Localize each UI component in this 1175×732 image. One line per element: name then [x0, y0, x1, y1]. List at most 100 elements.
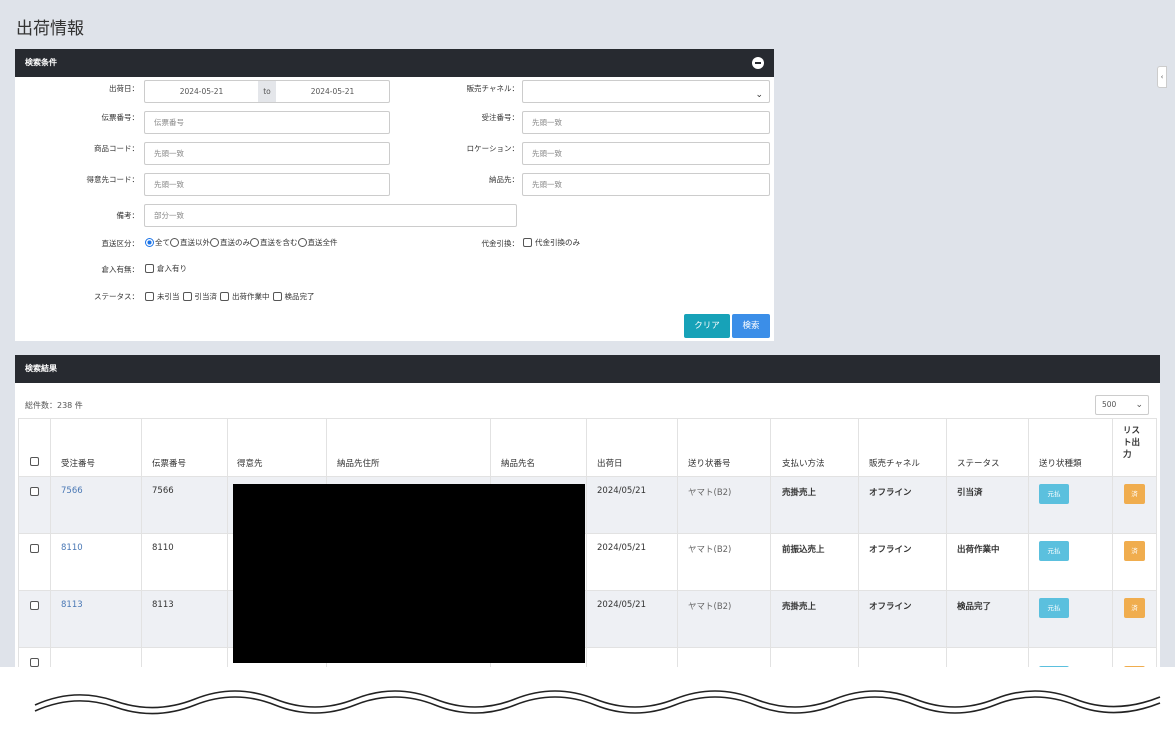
customer-code-input[interactable]: 先頭一致 — [144, 173, 390, 196]
col-slip-no[interactable]: 伝票番号 — [152, 457, 186, 469]
row-checkbox[interactable] — [30, 544, 39, 553]
list-output-badge[interactable]: 済 — [1124, 598, 1145, 618]
invoice-type-badge[interactable]: 元払 — [1039, 598, 1069, 618]
ship-date: 2024/05/21 — [597, 543, 646, 553]
ship-date-from[interactable]: 2024-05-21 — [145, 81, 258, 102]
column-divider — [946, 419, 947, 667]
direct-option-label: 全て — [155, 238, 170, 247]
payment-method: 売掛売上 — [782, 602, 817, 612]
column-divider — [586, 419, 587, 667]
side-toggle-icon[interactable]: ‹ — [1157, 66, 1167, 88]
status-option-label: 出荷作業中 — [232, 292, 270, 301]
ship-date-label: 出荷日： — [109, 84, 139, 93]
ship-date-to[interactable]: 2024-05-21 — [276, 81, 389, 102]
direct-radio-non-direct[interactable] — [170, 238, 179, 247]
col-status[interactable]: ステータス — [957, 457, 1000, 469]
row-checkbox[interactable] — [30, 487, 39, 496]
list-output-badge[interactable]: 済 — [1124, 541, 1145, 561]
ship-date-to-label: to — [258, 81, 276, 102]
column-divider — [770, 419, 771, 667]
row-checkbox[interactable] — [30, 601, 39, 610]
col-delivery-name[interactable]: 納品先名 — [501, 457, 535, 469]
cod-option-label: 代金引換のみ — [535, 238, 580, 247]
table-row[interactable]: 7566 7566 2024/05/21 ヤマト(B2) 売掛売上 オフライン … — [19, 477, 1156, 534]
order-no-link[interactable]: 8110 — [61, 543, 83, 553]
slip-no: 7566 — [152, 486, 174, 496]
col-list-output[interactable]: リスト出力 — [1123, 425, 1147, 461]
order-no-label: 受注番号： — [481, 113, 520, 122]
results-panel-title: 検索結果 — [25, 364, 57, 373]
col-invoice-no[interactable]: 送り状番号 — [688, 457, 731, 469]
col-channel[interactable]: 販売チャネル — [869, 457, 920, 469]
slip-no-label: 伝票番号： — [101, 113, 140, 122]
status-option-label: 検品完了 — [284, 292, 315, 301]
direct-radio-all[interactable] — [145, 238, 154, 247]
col-delivery-address[interactable]: 納品先住所 — [337, 457, 380, 469]
sales-channel-label: 販売チャネル： — [466, 84, 519, 93]
status: 出荷作業中 — [957, 545, 1000, 555]
sales-channel-select[interactable]: ⌄ — [522, 80, 770, 103]
total-count: 総件数：238 件 — [25, 401, 83, 410]
storage-label: 倉入有無： — [101, 265, 140, 274]
invoice-type-badge[interactable]: 元払 — [1039, 484, 1069, 504]
table-header: 受注番号 伝票番号 得意先 納品先住所 納品先名 出荷日 送り状番号 支払い方法… — [19, 419, 1156, 477]
delivery-label: 納品先： — [489, 175, 519, 184]
invoice-no: ヤマト(B2) — [688, 545, 732, 555]
invoice-type-badge[interactable]: 元払 — [1039, 541, 1069, 561]
storage-checkbox[interactable] — [145, 264, 154, 273]
location-input[interactable]: 先頭一致 — [522, 142, 770, 165]
table-row[interactable]: 8110 8110 2024/05/21 ヤマト(B2) 前振込売上 オフライン… — [19, 534, 1156, 591]
sales-channel: オフライン — [869, 602, 912, 612]
status-options: 未引当 引当済 出荷作業中 検品完了 — [145, 291, 315, 302]
column-divider — [227, 419, 228, 667]
invoice-no: ヤマト(B2) — [688, 602, 732, 612]
row-checkbox[interactable] — [30, 658, 39, 667]
cod-checkbox[interactable] — [523, 238, 532, 247]
table-row[interactable]: 8113 8113 2024/05/21 ヤマト(B2) 売掛売上 オフライン … — [19, 591, 1156, 648]
status-checkbox-in-progress[interactable] — [220, 292, 229, 301]
search-panel-title: 検索条件 — [25, 58, 57, 67]
direct-radio-all-direct[interactable] — [297, 238, 307, 247]
slip-no-input[interactable]: 伝票番号 — [144, 111, 390, 134]
order-no-input[interactable]: 先頭一致 — [522, 111, 770, 134]
remarks-input[interactable]: 部分一致 — [144, 204, 517, 227]
order-no-link[interactable]: 7566 — [61, 486, 83, 496]
col-payment[interactable]: 支払い方法 — [782, 457, 825, 469]
status-checkbox-inspected[interactable] — [272, 292, 282, 301]
direct-radio-include[interactable] — [250, 238, 259, 247]
product-code-input[interactable]: 先頭一致 — [144, 142, 390, 165]
clear-button[interactable]: クリア — [684, 314, 730, 338]
slip-no: 8113 — [152, 600, 174, 610]
col-order-no[interactable]: 受注番号 — [61, 457, 95, 469]
col-invoice-type[interactable]: 送り状種類 — [1039, 457, 1082, 469]
column-divider — [1112, 419, 1113, 667]
payment-method: 前振込売上 — [782, 545, 825, 555]
order-no-link[interactable]: 8113 — [61, 600, 83, 610]
direct-radio-direct-only[interactable] — [210, 238, 219, 247]
direct-option-label: 直送のみ — [220, 238, 250, 247]
page-title: 出荷情報 — [16, 19, 84, 39]
col-ship-date[interactable]: 出荷日 — [597, 457, 623, 469]
col-customer[interactable]: 得意先 — [237, 457, 263, 469]
status-checkbox-unallocated[interactable] — [145, 292, 154, 301]
list-output-badge[interactable]: 済 — [1124, 484, 1145, 504]
ship-date-range[interactable]: 2024-05-21 to 2024-05-21 — [144, 80, 390, 103]
storage-option: 倉入有り — [145, 263, 187, 274]
page-size-select[interactable]: 500 ⌄ — [1095, 395, 1149, 415]
ship-date: 2024/05/21 — [597, 600, 646, 610]
select-all-checkbox[interactable] — [30, 457, 39, 466]
column-divider — [50, 419, 51, 667]
page: 出荷情報 検索条件 出荷日： 2024-05-21 to 2024-05-21 … — [0, 0, 1175, 667]
table-row-partial — [19, 648, 1156, 667]
delivery-input[interactable]: 先頭一致 — [522, 173, 770, 196]
product-code-label: 商品コード： — [94, 144, 139, 153]
status-checkbox-allocated[interactable] — [182, 292, 192, 301]
direct-option-label: 直送全件 — [307, 238, 338, 247]
search-button[interactable]: 検索 — [732, 314, 770, 338]
status-label: ステータス： — [94, 292, 139, 301]
column-divider — [677, 419, 678, 667]
collapse-icon[interactable] — [752, 57, 764, 69]
redacted-area — [233, 484, 585, 663]
column-divider — [141, 419, 142, 667]
status: 検品完了 — [957, 602, 992, 612]
